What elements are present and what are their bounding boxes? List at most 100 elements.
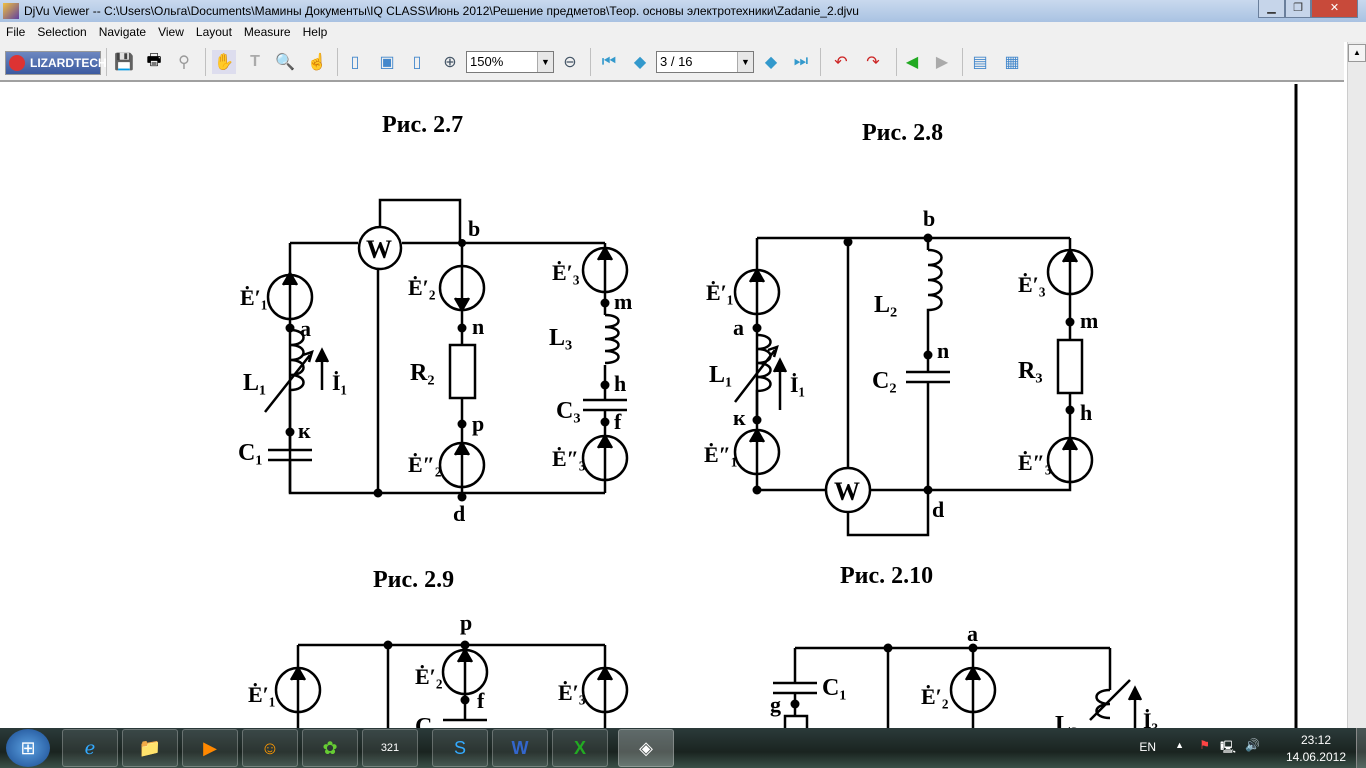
label-c: C <box>415 714 432 728</box>
taskbar-internet-explorer[interactable]: ℯ <box>62 729 118 767</box>
label-e2p: Ė′₂ <box>415 664 443 689</box>
network-icon[interactable]: 🖳 <box>1220 738 1236 759</box>
first-page-icon[interactable]: ⏮ <box>597 50 621 74</box>
label-c1: C₁ <box>822 675 847 701</box>
node-m: m <box>614 289 632 314</box>
node-m: m <box>1080 308 1098 333</box>
taskbar-skype[interactable]: S <box>432 729 488 767</box>
node-d: d <box>453 501 465 526</box>
taskbar-media-player-classic[interactable]: 321 <box>362 729 418 767</box>
measure-icon[interactable]: ☝ <box>305 50 329 74</box>
back-icon[interactable]: ◀ <box>900 50 924 74</box>
last-page-icon[interactable]: ⏭ <box>789 50 813 74</box>
taskbar-odnoklassniki[interactable]: ☺ <box>242 729 298 767</box>
label-l1: L₁ <box>709 362 732 388</box>
fit-page-icon[interactable]: ▯ <box>343 50 367 74</box>
window-title: DjVu Viewer -- C:\Users\Ольга\Documents\… <box>24 4 859 18</box>
label-e3pp: Ė″₃ <box>1018 450 1052 475</box>
forward-icon[interactable]: ▶ <box>930 50 954 74</box>
wattmeter-label: W <box>366 235 392 264</box>
rotate-left-icon[interactable]: ↶ <box>829 50 853 74</box>
label-e2p: Ė′₂ <box>921 684 949 709</box>
clock-time[interactable]: 23:12 <box>1301 733 1331 747</box>
taskbar: ⊞ ℯ 📁 ▶ ☺ ✿ 321 S W X ◈ EN ▲ ⚑ 🖳 🔊 23:12… <box>0 728 1366 768</box>
label-l3: L₃ <box>1055 712 1078 728</box>
node-a: a <box>967 621 978 646</box>
find-icon[interactable]: ⚲ <box>172 50 196 74</box>
language-indicator[interactable]: EN <box>1139 740 1156 754</box>
volume-icon[interactable]: 🔊 <box>1245 738 1260 752</box>
app-icon <box>3 3 19 19</box>
circuit-fig-2-8: W b d a к n m h Ė′₁ Ė″₁ Ė′₃ Ė″₃ L₁ L₂ C₂… <box>704 206 1098 537</box>
menu-layout[interactable]: Layout <box>190 22 238 42</box>
node-n: n <box>472 314 484 339</box>
label-c2: C₂ <box>872 368 897 394</box>
maximize-button[interactable]: ❐ <box>1285 0 1311 18</box>
text-select-icon[interactable]: T <box>243 50 267 74</box>
lizardtech-logo[interactable]: LIZARDTECH <box>5 51 107 75</box>
hand-icon[interactable]: ✋ <box>212 50 236 74</box>
menu-measure[interactable]: Measure <box>238 22 297 42</box>
label-l3: L₃ <box>549 325 572 351</box>
caption-fig-2-10: Рис. 2.10 <box>840 563 933 589</box>
taskbar-icq[interactable]: ✿ <box>302 729 358 767</box>
caption-fig-2-9: Рис. 2.9 <box>373 567 454 593</box>
node-a: a <box>300 316 311 341</box>
zoom-out-icon[interactable]: ⊖ <box>558 50 582 74</box>
minimize-button[interactable]: ▁ <box>1258 0 1285 18</box>
document-page: Рис. 2.7 Рис. 2.8 Рис. 2.9 Рис. 2.10 W b… <box>0 84 1347 728</box>
node-b: b <box>923 206 935 231</box>
menu-help[interactable]: Help <box>297 22 334 42</box>
taskbar-explorer[interactable]: 📁 <box>122 729 178 767</box>
zoom-in-icon[interactable]: ⊕ <box>438 50 462 74</box>
menu-selection[interactable]: Selection <box>31 22 92 42</box>
taskbar-djvu-viewer[interactable]: ◈ <box>618 729 674 767</box>
taskbar-excel[interactable]: X <box>552 729 608 767</box>
label-e3p: Ė′₃ <box>558 680 586 705</box>
node-f: f <box>614 409 622 434</box>
label-i3: İ₃ <box>1143 708 1159 728</box>
menu-view[interactable]: View <box>152 22 190 42</box>
label-e2pp: Ė″₂ <box>408 452 442 477</box>
label-e1pp: Ė″₁ <box>704 442 737 467</box>
node-k: к <box>733 405 746 430</box>
label-e3pp: Ė″₃ <box>552 446 586 471</box>
label-e1p: Ė′₁ <box>706 280 733 305</box>
label-l1: L₁ <box>243 370 266 396</box>
vertical-scrollbar[interactable]: ▲ <box>1347 42 1366 728</box>
menu-file[interactable]: File <box>0 22 31 42</box>
start-button[interactable]: ⊞ <box>6 729 50 767</box>
scroll-up-icon[interactable]: ▲ <box>1348 44 1366 62</box>
menu-navigate[interactable]: Navigate <box>93 22 152 42</box>
label-i1: İ₁ <box>790 372 805 397</box>
print-icon[interactable]: 🖶 <box>142 50 166 74</box>
node-n: n <box>937 338 949 363</box>
taskbar-word[interactable]: W <box>492 729 548 767</box>
single-page-icon[interactable]: ▤ <box>968 50 992 74</box>
chevron-down-icon[interactable]: ▼ <box>537 52 553 72</box>
label-c3: C₃ <box>556 398 581 424</box>
taskbar-media-player[interactable]: ▶ <box>182 729 238 767</box>
action-center-icon[interactable]: ⚑ <box>1199 738 1210 752</box>
zoom-select-icon[interactable]: 🔍 <box>273 50 297 74</box>
zoom-value: 150% <box>470 54 504 69</box>
next-page-icon[interactable]: ◆ <box>759 50 783 74</box>
node-p: p <box>472 411 484 436</box>
fit-width-icon[interactable]: ▣ <box>375 50 399 74</box>
label-e2p: Ė′₂ <box>408 275 436 300</box>
show-hidden-icons[interactable]: ▲ <box>1175 740 1184 750</box>
label-l2: L₂ <box>874 292 897 318</box>
chevron-down-icon[interactable]: ▼ <box>737 52 753 72</box>
close-button[interactable]: ✕ <box>1311 0 1358 18</box>
page-combo[interactable]: 3 / 16 ▼ <box>656 51 754 73</box>
zoom-combo[interactable]: 150% ▼ <box>466 51 554 73</box>
clock-date[interactable]: 14.06.2012 <box>1286 750 1346 764</box>
save-icon[interactable]: 💾 <box>112 50 136 74</box>
continuous-icon[interactable]: ▦ <box>1000 50 1024 74</box>
circuit-fig-2-10: a g C₁ Ė′₂ L₃ İ₃ <box>770 621 1159 728</box>
rotate-right-icon[interactable]: ↷ <box>861 50 885 74</box>
prev-page-icon[interactable]: ◆ <box>628 50 652 74</box>
actual-size-icon[interactable]: ▯ <box>405 50 429 74</box>
label-e3p: Ė′₃ <box>1018 272 1046 297</box>
show-desktop-button[interactable] <box>1356 728 1366 768</box>
